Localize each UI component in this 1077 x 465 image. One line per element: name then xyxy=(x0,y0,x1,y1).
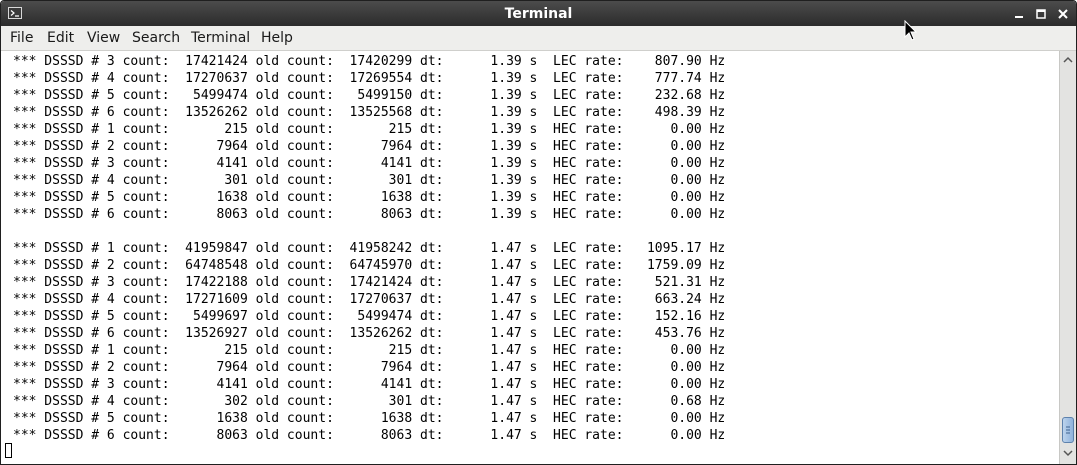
scrollbar-thumb[interactable] xyxy=(1062,417,1074,443)
terminal-line: *** DSSSD # 6 count: 13526927 old count:… xyxy=(13,326,726,341)
close-icon xyxy=(1058,9,1068,19)
text-cursor xyxy=(5,443,12,458)
terminal-line: *** DSSSD # 6 count: 13526262 old count:… xyxy=(13,105,726,120)
close-button[interactable] xyxy=(1056,6,1070,20)
maximize-icon xyxy=(1036,9,1046,19)
terminal-line: *** DSSSD # 5 count: 5499474 old count: … xyxy=(13,88,726,103)
menu-search[interactable]: Search xyxy=(132,30,180,47)
terminal-line: *** DSSSD # 5 count: 5499697 old count: … xyxy=(13,309,726,324)
menu-help[interactable]: Help xyxy=(261,30,293,47)
maximize-button[interactable] xyxy=(1034,6,1048,20)
vertical-scrollbar[interactable] xyxy=(1059,51,1076,464)
terminal-line: *** DSSSD # 3 count: 17421424 old count:… xyxy=(13,54,726,69)
terminal-line: *** DSSSD # 1 count: 215 old count: 215 … xyxy=(13,122,726,137)
grip-icon xyxy=(1066,426,1070,434)
terminal-line: *** DSSSD # 5 count: 1638 old count: 163… xyxy=(13,190,726,205)
menu-terminal[interactable]: Terminal xyxy=(191,30,250,47)
terminal-line: *** DSSSD # 6 count: 8063 old count: 806… xyxy=(13,428,726,443)
terminal-line: *** DSSSD # 3 count: 17422188 old count:… xyxy=(13,275,726,290)
arrow-up-icon[interactable] xyxy=(1062,54,1074,66)
terminal-output[interactable]: *** DSSSD # 3 count: 17421424 old count:… xyxy=(1,51,1059,464)
terminal-line: *** DSSSD # 6 count: 8063 old count: 806… xyxy=(13,207,726,222)
terminal-line: *** DSSSD # 1 count: 215 old count: 215 … xyxy=(13,343,726,358)
terminal-line: *** DSSSD # 3 count: 4141 old count: 414… xyxy=(13,156,726,171)
terminal-line: *** DSSSD # 4 count: 301 old count: 301 … xyxy=(13,173,726,188)
terminal-line: *** DSSSD # 4 count: 302 old count: 301 … xyxy=(13,394,726,409)
terminal-line: *** DSSSD # 2 count: 64748548 old count:… xyxy=(13,258,726,273)
minimize-button[interactable] xyxy=(1012,6,1026,20)
menu-edit[interactable]: Edit xyxy=(47,30,74,47)
minimize-icon xyxy=(1015,16,1023,18)
mouse-pointer-icon xyxy=(904,20,918,41)
terminal-line: *** DSSSD # 4 count: 17270637 old count:… xyxy=(13,71,726,86)
terminal-line: *** DSSSD # 5 count: 1638 old count: 163… xyxy=(13,411,726,426)
menu-view[interactable]: View xyxy=(87,30,120,47)
terminal-line: *** DSSSD # 3 count: 4141 old count: 414… xyxy=(13,377,726,392)
terminal-line: *** DSSSD # 1 count: 41959847 old count:… xyxy=(13,241,726,256)
terminal-line: *** DSSSD # 2 count: 7964 old count: 796… xyxy=(13,139,726,154)
menu-file[interactable]: File xyxy=(10,30,33,47)
terminal-line: *** DSSSD # 2 count: 7964 old count: 796… xyxy=(13,360,726,375)
arrow-down-icon[interactable] xyxy=(1062,447,1074,459)
terminal-line: *** DSSSD # 4 count: 17271609 old count:… xyxy=(13,292,726,307)
terminal-window: Terminal File Edit View Search Terminal … xyxy=(0,0,1077,465)
